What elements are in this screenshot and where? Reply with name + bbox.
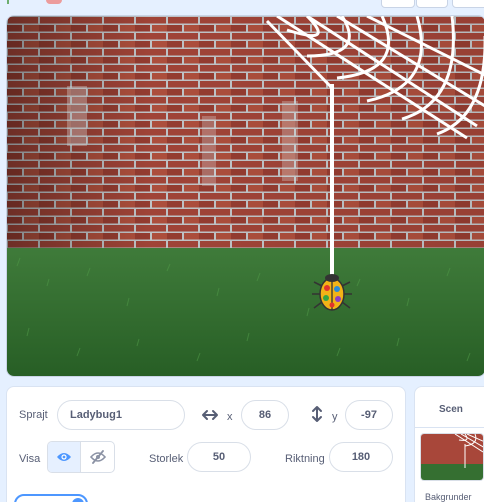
direction-label: Riktning xyxy=(285,453,325,465)
sprite-name-input[interactable]: Ladybug1 xyxy=(57,400,185,430)
backdrops-label: Bakgrunder xyxy=(425,492,472,502)
show-sprite-button[interactable] xyxy=(48,442,82,472)
y-label: y xyxy=(332,411,338,423)
direction-input[interactable]: 180 xyxy=(329,442,393,472)
visibility-toggle xyxy=(47,441,115,473)
delete-sprite-icon[interactable] xyxy=(72,498,84,502)
backdrop-thumbnail[interactable] xyxy=(420,433,484,481)
horizontal-arrows-icon xyxy=(202,410,218,420)
stage-canvas[interactable] xyxy=(6,15,484,377)
sprite-info-panel: Sprajt Ladybug1 x 86 y -97 Visa Storlek … xyxy=(6,386,406,502)
size-label: Storlek xyxy=(149,453,184,465)
divider xyxy=(415,427,484,428)
sprite-thumbnail-tile[interactable] xyxy=(14,494,88,502)
y-position-input[interactable]: -97 xyxy=(345,400,393,430)
stage-title: Scen xyxy=(439,404,463,415)
size-input[interactable]: 50 xyxy=(187,442,251,472)
small-stage-button[interactable] xyxy=(381,0,415,8)
stage-target-panel[interactable]: Scen Bakgrunder xyxy=(414,386,484,502)
grass-ground xyxy=(7,248,484,376)
hide-sprite-button[interactable] xyxy=(81,442,114,472)
stage-header xyxy=(0,0,484,14)
show-label: Visa xyxy=(19,453,41,465)
stop-icon[interactable] xyxy=(46,0,62,4)
eye-icon xyxy=(57,453,71,461)
vertical-arrows-icon xyxy=(312,406,322,422)
x-position-input[interactable]: 86 xyxy=(241,400,289,430)
sprite-label: Sprajt xyxy=(19,409,48,421)
x-label: x xyxy=(227,411,233,423)
eye-slash-icon xyxy=(89,450,106,464)
fullscreen-button[interactable] xyxy=(452,0,484,8)
large-stage-button[interactable] xyxy=(416,0,448,8)
green-flag-icon[interactable] xyxy=(6,0,18,4)
